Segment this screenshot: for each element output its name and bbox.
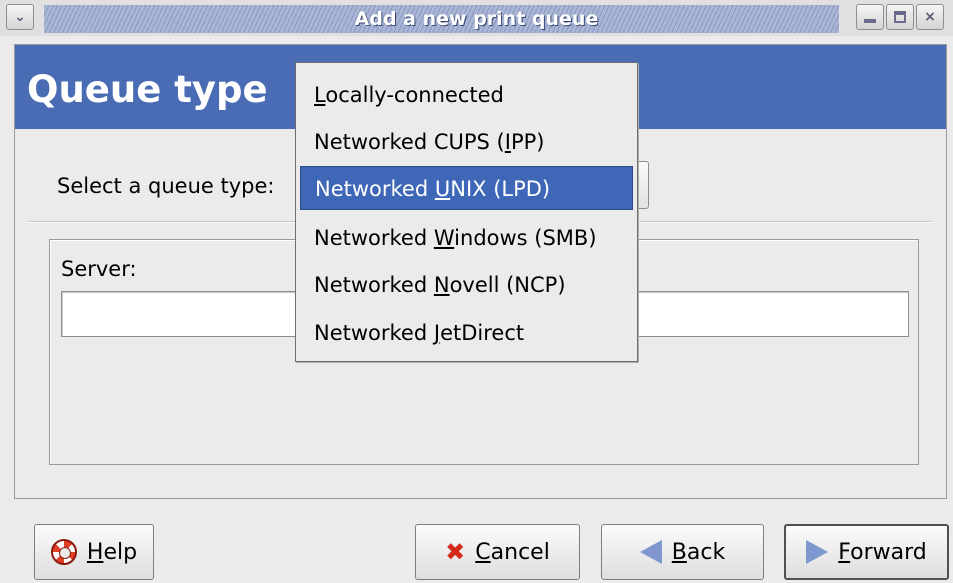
menu-item-networked-cups[interactable]: Networked CUPS (IPP)	[300, 120, 633, 164]
menu-item-networked-windows[interactable]: Networked Windows (SMB)	[300, 216, 633, 260]
title-bar[interactable]: Add a new print queue ⌄ ×	[0, 0, 953, 36]
lifebuoy-icon	[50, 539, 77, 565]
help-button-label: Help	[86, 539, 138, 565]
queue-type-dropdown-menu: Locally-connected Networked CUPS (IPP) N…	[295, 62, 638, 362]
forward-button[interactable]: Forward	[784, 524, 949, 580]
menu-item-networked-jetdirect[interactable]: Networked JetDirect	[300, 311, 633, 355]
back-button-label: Back	[671, 539, 726, 565]
window-title: Add a new print queue	[354, 8, 599, 30]
arrow-right-icon	[806, 540, 829, 564]
forward-button-label: Forward	[838, 539, 927, 565]
chevron-down-icon: ⌄	[14, 9, 26, 25]
cancel-button[interactable]: ✖ Cancel	[415, 524, 580, 580]
maximize-button[interactable]	[886, 4, 914, 30]
window-menu-button[interactable]: ⌄	[6, 4, 34, 30]
server-label: Server:	[61, 257, 137, 281]
maximize-icon	[894, 11, 906, 23]
menu-item-locally-connected[interactable]: Locally-connected	[300, 73, 633, 117]
minimize-icon	[864, 19, 876, 23]
menu-item-networked-novell[interactable]: Networked Novell (NCP)	[300, 263, 633, 307]
queue-type-label: Select a queue type:	[57, 174, 275, 198]
arrow-left-icon	[639, 540, 662, 564]
page-title: Queue type	[27, 68, 268, 111]
cancel-button-label: Cancel	[475, 539, 550, 565]
minimize-button[interactable]	[856, 4, 884, 30]
close-icon: ×	[924, 9, 936, 25]
menu-item-networked-unix[interactable]: Networked UNIX (LPD)	[300, 166, 633, 210]
back-button[interactable]: Back	[601, 524, 764, 580]
close-button[interactable]: ×	[916, 4, 944, 30]
cancel-icon: ✖	[445, 538, 466, 566]
help-button[interactable]: Help	[34, 524, 154, 580]
